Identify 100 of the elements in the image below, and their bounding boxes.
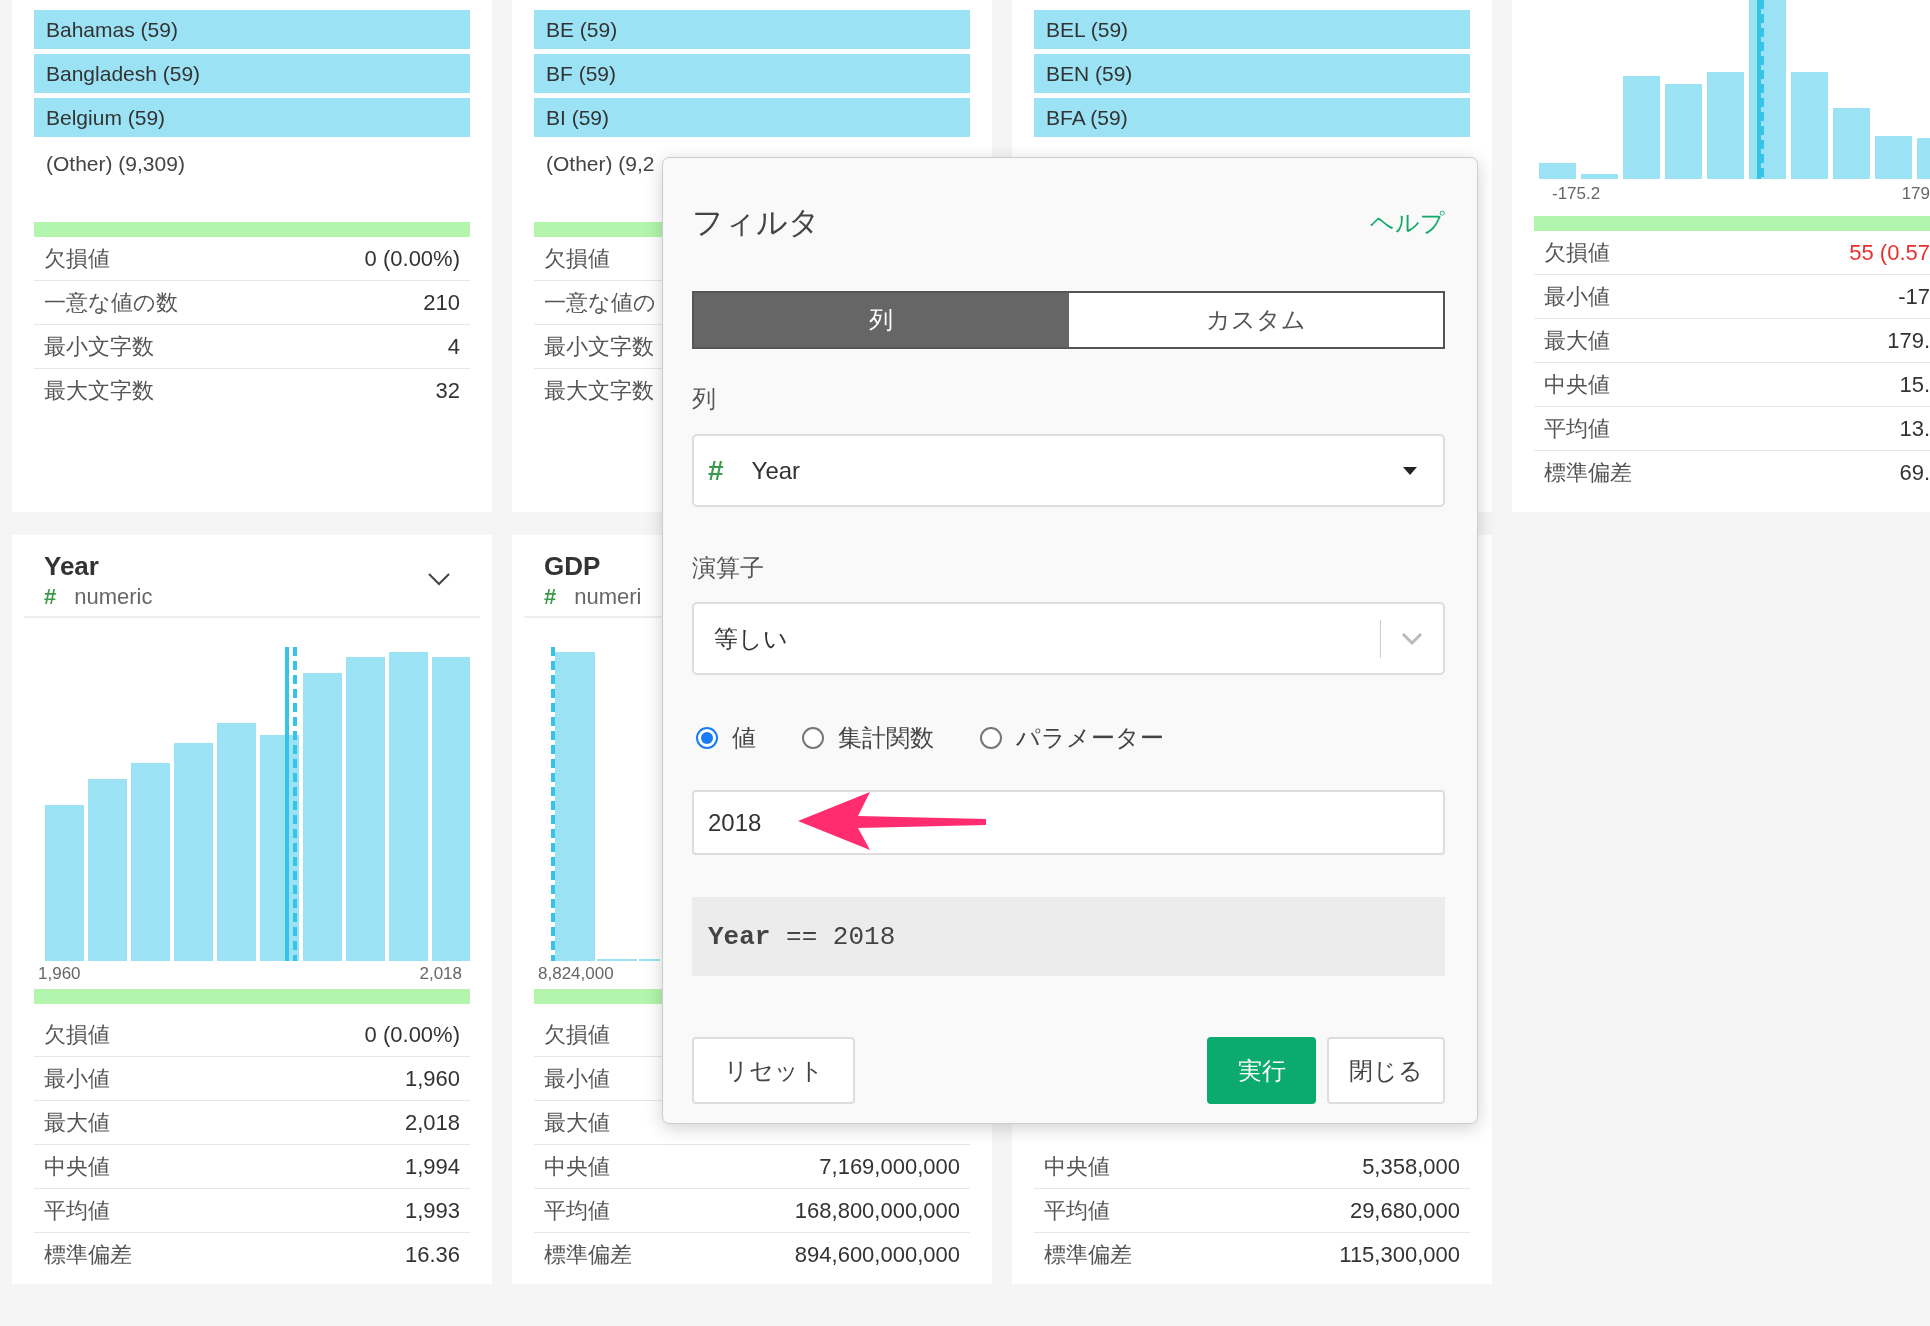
category-bar: BEL (59) <box>1034 10 1470 49</box>
stat-value: 5,358,000 <box>1362 1153 1460 1180</box>
stat-value: 894,600,000,000 <box>794 1242 960 1268</box>
stat-label: 標準偏差 <box>1044 1241 1132 1269</box>
tab[interactable]: カスタム <box>1068 293 1443 347</box>
category-bar: BFA (59) <box>1034 98 1470 137</box>
stat-label: 欠損値 <box>544 1020 610 1049</box>
stat-label: 欠損値 <box>44 244 110 273</box>
category-bar: BF (59) <box>534 54 970 93</box>
column-type: numeri <box>574 584 642 610</box>
stat-value: 0 (0.00%) <box>364 1021 460 1048</box>
type-icon: # <box>544 584 557 610</box>
radio-icon[interactable] <box>980 727 1002 749</box>
dropdown-caret-icon <box>1403 466 1417 475</box>
axis-tick-label: -175.2 <box>1552 183 1601 205</box>
stat-label: 最大文字数 <box>44 377 154 405</box>
stat-label: 欠損値 <box>1544 238 1610 267</box>
stat-value: 210 <box>423 289 460 316</box>
stat-value: 115,300,000 <box>1339 1242 1460 1268</box>
stat-label: 最小値 <box>44 1064 110 1093</box>
stat-label: 最小文字数 <box>44 332 154 361</box>
category-bar: BEN (59) <box>1034 54 1470 93</box>
stat-label: 平均値 <box>44 1196 110 1225</box>
category-bar: Bangladesh (59) <box>34 54 470 93</box>
type-icon: # <box>44 584 57 610</box>
type-icon: # <box>708 454 724 487</box>
stat-value: 168,800,000,000 <box>794 1197 960 1224</box>
stat-value: 1,960 <box>404 1065 460 1092</box>
column-type: numeric <box>74 584 153 610</box>
stat-label: 中央値 <box>544 1152 610 1181</box>
category-other: (Other) (9,2 <box>545 151 656 177</box>
radio-option[interactable]: 集計関数 <box>802 722 934 754</box>
stat-label: 標準偏差 <box>544 1241 632 1269</box>
stat-label: 中央値 <box>1044 1152 1110 1181</box>
stat-value: 32 <box>435 378 460 404</box>
stat-label: 最小値 <box>544 1064 610 1093</box>
dialog-title: フィルタ <box>692 204 820 242</box>
tab[interactable]: 列 <box>694 293 1069 347</box>
radio-option[interactable]: パラメーター <box>980 722 1164 754</box>
category-other: (Other) (9,309) <box>45 151 186 177</box>
chevron-down-icon[interactable] <box>428 573 450 586</box>
stat-value: 1,993 <box>404 1197 460 1224</box>
dialog-button[interactable]: 閉じる <box>1327 1037 1445 1104</box>
stat-value: 179. <box>1887 327 1930 354</box>
radio-icon[interactable] <box>696 727 718 749</box>
category-bar: Belgium (59) <box>34 98 470 137</box>
stat-value: 69. <box>1899 460 1930 486</box>
axis-tick-label: 2,018 <box>419 963 462 985</box>
stat-label: 欠損値 <box>44 1020 110 1049</box>
category-bar: BI (59) <box>534 98 970 137</box>
stat-value: 16.36 <box>404 1242 460 1268</box>
field-label: 演算子 <box>692 554 765 582</box>
stat-value: 4 <box>447 333 460 360</box>
stat-label: 最大値 <box>44 1108 110 1137</box>
column-select[interactable]: # Year <box>692 434 1445 507</box>
axis-tick-label: 1,960 <box>38 963 81 985</box>
stat-label: 最大文字数 <box>544 377 654 405</box>
histogram-bar <box>1581 174 1618 179</box>
stat-value: 0 (0.00%) <box>364 245 460 272</box>
radio-option[interactable]: 値 <box>696 722 756 754</box>
stat-value: -17 <box>1898 283 1930 310</box>
filter-expression: Year == 2018 <box>708 921 896 952</box>
stat-label: 平均値 <box>544 1196 610 1225</box>
stat-value: 2,018 <box>404 1109 460 1136</box>
stat-label: 最大値 <box>544 1108 610 1137</box>
value-input-field[interactable]: 2018 <box>692 790 1445 855</box>
stat-value: 7,169,000,000 <box>819 1153 960 1180</box>
column-title: GDP <box>544 551 602 582</box>
field-label: 列 <box>692 385 717 413</box>
stat-label: 中央値 <box>44 1152 110 1181</box>
stat-value: 15. <box>1899 371 1930 398</box>
stat-label: 最大値 <box>1544 326 1610 355</box>
stat-label: 一意な値の数 <box>44 288 178 317</box>
dialog-button[interactable]: リセット <box>692 1037 855 1104</box>
axis-tick-label: 8,824,000 <box>538 963 614 985</box>
operator-select[interactable]: 等しい <box>692 602 1445 675</box>
histogram-bar <box>1539 163 1576 179</box>
stat-label: 中央値 <box>1544 370 1610 399</box>
stat-value: 1,994 <box>404 1153 460 1180</box>
category-bar: BE (59) <box>534 10 970 49</box>
histogram-bar <box>1833 108 1870 179</box>
stat-label: 一意な値の <box>544 288 656 317</box>
stat-label: 平均値 <box>1044 1196 1110 1225</box>
histogram-bar <box>1875 136 1912 179</box>
stat-label: 欠損値 <box>544 244 610 273</box>
histogram-bar <box>1917 138 1930 179</box>
stat-value: 29,680,000 <box>1349 1197 1460 1224</box>
stat-value: 13. <box>1899 415 1930 442</box>
chevron-down-icon <box>1401 632 1423 645</box>
stat-label: 最小値 <box>1544 282 1610 311</box>
select-value: Year <box>751 456 802 485</box>
column-title: Year <box>44 551 100 582</box>
axis-tick-label: 179 <box>1901 183 1930 205</box>
stat-value: 55 (0.57 <box>1849 239 1930 266</box>
stat-label: 標準偏差 <box>1544 459 1632 487</box>
stat-label: 平均値 <box>1544 414 1610 443</box>
stat-label: 最小文字数 <box>544 332 654 361</box>
category-bar: Bahamas (59) <box>34 10 470 49</box>
select-value: 等しい <box>714 623 789 654</box>
radio-icon[interactable] <box>802 727 824 749</box>
